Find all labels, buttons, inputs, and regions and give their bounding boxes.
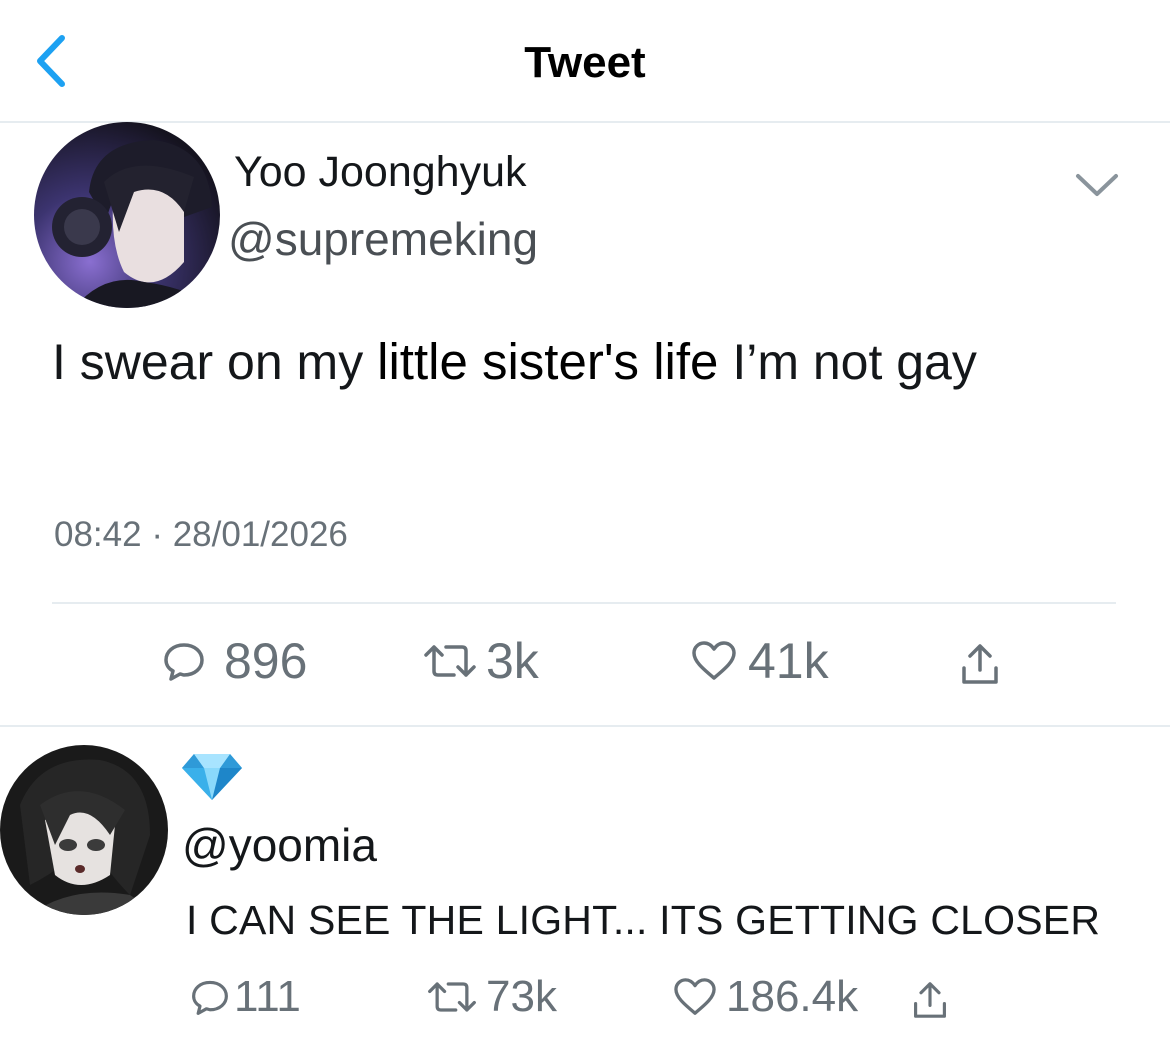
reply-like-count: 186.4k — [726, 972, 859, 1021]
avatar-image — [34, 122, 220, 308]
reply-share-button[interactable] — [912, 980, 948, 1020]
header-divider — [0, 121, 1170, 123]
reply-avatar-image — [0, 745, 168, 915]
tweet-time: 08:42 — [54, 515, 142, 554]
reply-button[interactable]: 896 — [162, 632, 307, 690]
retweet-icon — [428, 982, 476, 1012]
tweet-date: 28/01/2026 — [172, 515, 348, 554]
tweet-text-part: I swear on my — [52, 334, 378, 390]
reply-text: I CAN SEE THE LIGHT... ITS GETTING CLOSE… — [186, 897, 1101, 943]
comment-icon — [192, 980, 228, 1015]
tweet-text-part: little sister's life — [377, 333, 719, 390]
page-title: Tweet — [524, 38, 646, 87]
tweet-text: I swear on my little sister's life I’m n… — [52, 330, 1112, 394]
tweet-timestamp: 08:42 · 28/01/2026 — [54, 515, 348, 555]
retweet-count: 3k — [486, 633, 539, 689]
reply-retweet-count: 73k — [486, 972, 557, 1021]
comment-icon — [164, 643, 204, 681]
author-avatar[interactable] — [34, 122, 220, 308]
reply-count: 896 — [224, 633, 308, 689]
tweet-detail-screen: Tweet Yoo Joonghyuk @supremeking I swear… — [0, 0, 1170, 1038]
timestamp-separator: · — [151, 515, 163, 554]
chevron-down-icon — [1076, 174, 1118, 196]
like-count: 41k — [748, 633, 829, 689]
reply-author-avatar[interactable] — [0, 745, 168, 915]
tweet-text-part: I’m not gay — [718, 334, 977, 390]
retweet-icon — [424, 645, 476, 677]
author-display-name[interactable]: Yoo Joonghyuk — [234, 148, 527, 197]
share-icon — [914, 982, 946, 1018]
share-icon — [962, 644, 998, 684]
gem-icon — [180, 750, 244, 802]
top-bar: Tweet — [0, 0, 1170, 123]
share-button[interactable] — [960, 642, 1000, 686]
section-divider — [0, 725, 1170, 727]
author-handle[interactable]: @supremeking — [228, 212, 538, 266]
heart-icon — [692, 641, 736, 680]
reply-retweet-button[interactable]: 73k — [426, 972, 557, 1022]
heart-icon — [674, 978, 716, 1015]
reply-reply-count: 111 — [234, 972, 301, 1021]
more-options-button[interactable] — [1072, 166, 1122, 202]
like-button[interactable]: 41k — [690, 632, 829, 690]
reply-reply-button[interactable]: 111 — [190, 972, 301, 1022]
stats-divider — [52, 602, 1116, 604]
reply-like-button[interactable]: 186.4k — [672, 972, 858, 1022]
reply-author-handle[interactable]: @yoomia — [182, 818, 377, 872]
retweet-button[interactable]: 3k — [422, 632, 539, 690]
